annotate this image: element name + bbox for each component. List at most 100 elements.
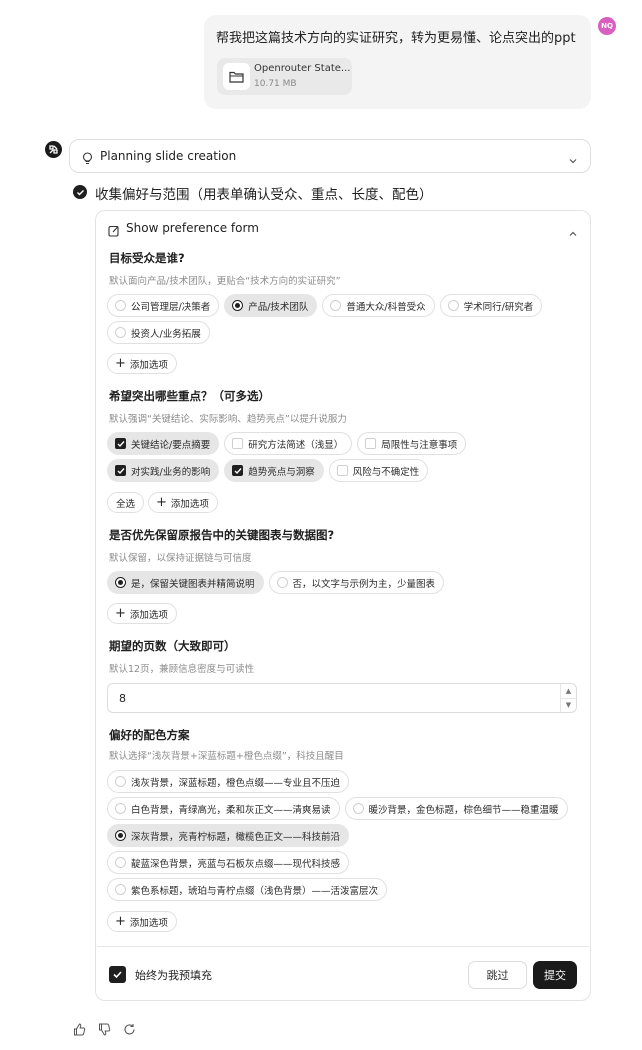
option-label: 公司管理层/决策者 xyxy=(131,301,211,313)
q2-options: 关键结论/要点摘要 研究方法简述（浅显） 局限性与注意事项对实践/业务的影响 趋势亮点… xyxy=(107,432,583,482)
radio-option[interactable]: 暖沙背景，金色标题，棕色细节——稳重温暖 xyxy=(344,797,568,820)
option-label: 紫色系标题，琥珀与青柠点缀（浅色背景）——活泼富层次 xyxy=(131,885,379,897)
option-label: 暖沙背景，金色标题，棕色细节——稳重温暖 xyxy=(368,804,559,816)
select-all-label: 全选 xyxy=(116,498,136,510)
check-circle-icon xyxy=(73,185,87,199)
checkbox-checked-icon xyxy=(115,465,126,476)
radio-empty-icon xyxy=(115,884,126,895)
add-option-label: 添加选项 xyxy=(129,609,168,621)
plus-icon: + xyxy=(115,606,126,621)
radio-empty-icon xyxy=(330,300,342,311)
thumbs-up-icon[interactable] xyxy=(72,1022,87,1037)
checkbox-empty-icon xyxy=(232,438,244,449)
checkbox-option[interactable]: 局限性与注意事项 xyxy=(357,432,467,455)
option-label: 白色背景，青绿高光，柔和灰正文——清爽易读 xyxy=(131,804,331,816)
attachment-card[interactable]: Openrouter State... 10.71 MB xyxy=(217,58,352,95)
option-label: 关键结论/要点摘要 xyxy=(131,439,211,451)
checkbox-option[interactable]: 风险与不确定性 xyxy=(328,459,429,482)
radio-option[interactable]: 否，以文字与示例为主，少量图表 xyxy=(268,571,445,594)
option-label: 投资人/业务拓展 xyxy=(131,328,201,340)
radio-option[interactable]: 学术同行/研究者 xyxy=(439,294,543,317)
option-label: 是，保留关键图表并精简说明 xyxy=(131,578,255,590)
radio-option[interactable]: 浅灰背景，深蓝标题，橙色点缀——专业且不压迫 xyxy=(107,770,350,793)
user-message-bubble: 帮我把这篇技术方向的实证研究，转为更易懂、论点突出的ppt Openrouter… xyxy=(204,15,591,109)
option-label: 学术同行/研究者 xyxy=(463,301,534,313)
page-count-value: 8 xyxy=(119,692,126,705)
radio-option[interactable]: 白色背景，青绿高光，柔和灰正文——清爽易读 xyxy=(107,797,340,820)
chevron-up-icon[interactable] xyxy=(568,224,578,243)
radio-selected-icon xyxy=(115,577,126,588)
retry-icon[interactable] xyxy=(122,1022,137,1037)
radio-empty-icon xyxy=(115,857,126,868)
checkbox-option[interactable]: 研究方法简述（浅显） xyxy=(224,432,353,455)
option-label: 靛蓝深色背景，亮蓝与石板灰点缀——现代科技感 xyxy=(131,858,341,870)
add-option-label: 添加选项 xyxy=(129,917,168,929)
radio-option[interactable]: 产品/技术团队 xyxy=(224,294,318,317)
radio-option[interactable]: 靛蓝深色背景，亮蓝与石板灰点缀——现代科技感 xyxy=(107,851,350,874)
logo-icon xyxy=(45,141,62,158)
thumbs-down-icon[interactable] xyxy=(97,1022,112,1037)
option-label: 普通大众/科普受众 xyxy=(346,301,426,313)
q5-subtitle: 默认选择“浅灰背景+深蓝标题+橙色点缀”，科技且醒目 xyxy=(109,751,344,762)
radio-empty-icon xyxy=(115,776,126,787)
q3-options: 是，保留关键图表并精简说明 否，以文字与示例为主，少量图表 xyxy=(107,571,583,594)
radio-empty-icon xyxy=(276,577,288,588)
radio-selected-icon xyxy=(115,830,126,841)
q1-title: 目标受众是谁? xyxy=(109,251,185,265)
skip-button[interactable]: 跳过 xyxy=(468,961,527,989)
prefill-checkbox[interactable] xyxy=(109,966,126,983)
planning-label: Planning slide creation xyxy=(100,149,237,163)
option-label: 产品/技术团队 xyxy=(248,301,309,313)
select-all-button[interactable]: 全选 xyxy=(107,492,145,513)
radio-empty-icon xyxy=(352,803,364,814)
q1-options: 公司管理层/决策者 产品/技术团队 普通大众/科普受众 学术同行/研究者投资人/业务拓… xyxy=(107,294,583,344)
radio-option[interactable]: 普通大众/科普受众 xyxy=(322,294,435,317)
option-label: 局限性与注意事项 xyxy=(381,439,458,451)
folder-icon xyxy=(223,63,250,90)
radio-empty-icon xyxy=(115,327,126,338)
q5-add-option-button[interactable]: + 添加选项 xyxy=(107,911,177,932)
plus-icon: + xyxy=(115,914,126,929)
option-label: 风险与不确定性 xyxy=(352,466,420,478)
planning-bar[interactable]: Planning slide creation xyxy=(69,139,591,173)
checkbox-empty-icon xyxy=(365,438,377,449)
q2-subtitle: 默认强调“关键结论、实际影响、趋势亮点”以提升说服力 xyxy=(109,414,347,425)
radio-empty-icon xyxy=(115,803,126,814)
radio-option[interactable]: 紫色系标题，琥珀与青柠点缀（浅色背景）——活泼富层次 xyxy=(107,878,388,901)
chevron-down-icon[interactable] xyxy=(568,151,578,170)
q2-add-option-button[interactable]: + 添加选项 xyxy=(148,492,218,513)
checkbox-option[interactable]: 趋势亮点与洞察 xyxy=(224,459,324,482)
submit-button[interactable]: 提交 xyxy=(533,961,577,989)
q4-title: 期望的页数（大致即可） xyxy=(109,639,236,653)
checkbox-option[interactable]: 对实践/业务的影响 xyxy=(107,459,220,482)
user-message-text: 帮我把这篇技术方向的实证研究，转为更易懂、论点突出的ppt xyxy=(216,31,576,46)
q3-subtitle: 默认保留，以保持证据链与可信度 xyxy=(109,553,252,564)
q5-options: 浅灰背景，深蓝标题，橙色点缀——专业且不压迫白色背景，青绿高光，柔和灰正文——清… xyxy=(107,770,583,901)
add-option-label: 添加选项 xyxy=(170,498,209,510)
attachment-size: 10.71 MB xyxy=(254,79,297,89)
radio-option[interactable]: 是，保留关键图表并精简说明 xyxy=(107,571,264,594)
radio-option[interactable]: 公司管理层/决策者 xyxy=(107,294,220,317)
checkbox-checked-icon xyxy=(232,465,244,476)
stepper-down-icon[interactable]: ▼ xyxy=(561,699,576,713)
radio-option[interactable]: 投资人/业务拓展 xyxy=(107,321,210,344)
page-count-stepper[interactable]: ▲ ▼ xyxy=(560,684,576,712)
q3-add-option-button[interactable]: + 添加选项 xyxy=(107,603,177,624)
q1-subtitle: 默认面向产品/技术团队，更贴合“技术方向的实证研究” xyxy=(109,276,341,287)
plus-icon: + xyxy=(156,495,167,510)
radio-empty-icon xyxy=(447,300,459,311)
option-label: 研究方法简述（浅显） xyxy=(248,439,344,451)
edit-form-icon xyxy=(108,222,120,241)
form-divider xyxy=(97,946,589,947)
checkbox-option[interactable]: 关键结论/要点摘要 xyxy=(107,432,220,455)
q1-add-option-button[interactable]: + 添加选项 xyxy=(107,353,177,374)
stepper-up-icon[interactable]: ▲ xyxy=(561,684,576,699)
q2-title: 希望突出哪些重点？（可多选） xyxy=(109,389,270,403)
page-count-input[interactable]: 8 ▲ ▼ xyxy=(107,683,577,713)
checkbox-empty-icon xyxy=(336,465,348,476)
option-label: 对实践/业务的影响 xyxy=(131,466,211,478)
option-label: 否，以文字与示例为主，少量图表 xyxy=(292,578,436,590)
option-label: 深灰背景，亮青柠标题，橄榄色正文——科技前沿 xyxy=(131,831,341,843)
q5-title: 偏好的配色方案 xyxy=(109,728,190,742)
radio-option[interactable]: 深灰背景，亮青柠标题，橄榄色正文——科技前沿 xyxy=(107,824,350,847)
